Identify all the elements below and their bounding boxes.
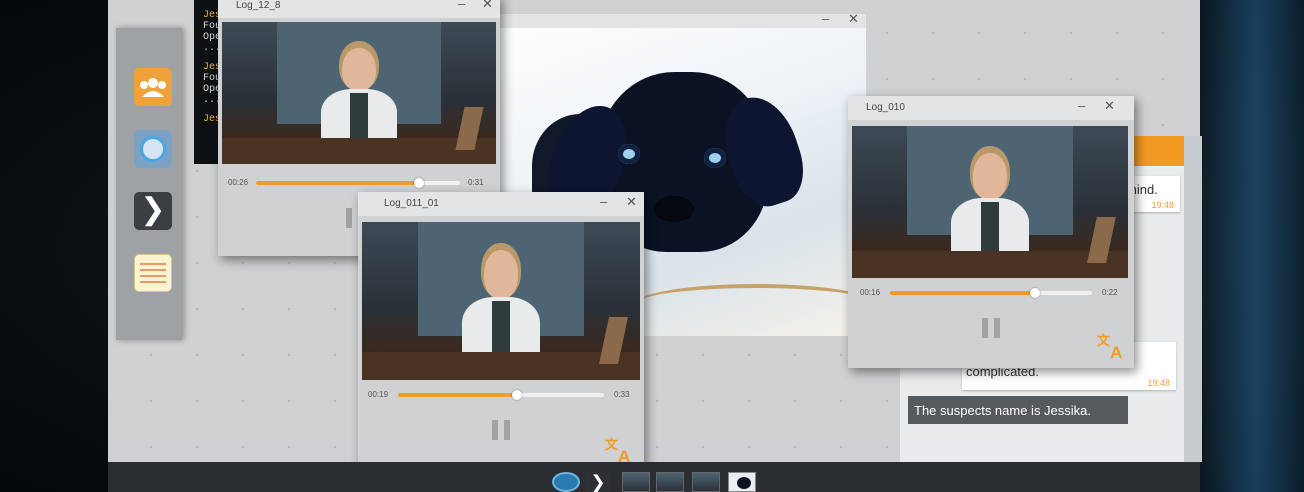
group-icon	[140, 78, 166, 97]
taskbar-video-thumb[interactable]	[622, 472, 650, 492]
minimize-icon[interactable]: –	[1078, 98, 1085, 113]
chevron-right-icon: ❯	[590, 472, 606, 492]
taskbar-video-thumb[interactable]	[692, 472, 720, 492]
group-button[interactable]	[134, 68, 172, 106]
taskbar-puppy-thumb[interactable]	[728, 472, 756, 492]
video-window-log-c[interactable]: Log_010 – ✕ 00:16 0:22 文 A	[848, 96, 1134, 368]
time-current: 00:16	[860, 288, 881, 297]
window-title: Log_12_8	[236, 0, 281, 11]
window-titlebar[interactable]: Log_011_01 – ✕	[358, 192, 644, 216]
taskbar-circle-app[interactable]	[552, 472, 580, 492]
time-current: 00:19	[368, 390, 389, 399]
window-title: Log_011_01	[384, 198, 439, 209]
chevron-right-icon: ❯	[140, 193, 166, 226]
minimize-icon[interactable]: –	[458, 0, 465, 11]
video-frame[interactable]	[852, 126, 1128, 278]
window-titlebar[interactable]: Log_010 – ✕	[848, 96, 1134, 120]
progress-fill	[890, 291, 1036, 295]
video-frame[interactable]	[222, 22, 496, 164]
progress-knob[interactable]	[1030, 288, 1041, 298]
progress-track[interactable]	[398, 390, 604, 400]
time-total: 0:22	[1102, 288, 1118, 297]
pause-button[interactable]	[982, 318, 1000, 338]
video-window-log-b[interactable]: Log_011_01 – ✕ 00:19 0:33 文 A	[358, 192, 644, 474]
svg-text:文: 文	[605, 437, 619, 452]
taskbar-next-button[interactable]: ❯	[586, 472, 610, 492]
progress-track[interactable]	[256, 178, 460, 188]
notes-button[interactable]	[134, 254, 172, 292]
circle-app-button[interactable]	[134, 130, 172, 168]
svg-text:文: 文	[1097, 333, 1111, 348]
video-frame[interactable]	[362, 222, 640, 380]
translate-icon: 文 A	[1097, 333, 1122, 362]
minimize-icon[interactable]: –	[600, 194, 607, 209]
taskbar-video-thumb[interactable]	[656, 472, 684, 492]
close-icon[interactable]: ✕	[1104, 98, 1115, 114]
chat-message-time: 19:48	[1151, 200, 1174, 210]
circle-app-icon	[140, 136, 166, 162]
window-titlebar[interactable]: – ✕	[496, 14, 866, 28]
window-title: Log_010	[866, 102, 905, 113]
next-button[interactable]: ❯	[134, 192, 172, 230]
chat-scrollbar[interactable]	[1184, 136, 1202, 462]
chat-message-dark: The suspects name is Jessika.	[908, 396, 1128, 424]
close-icon[interactable]: ✕	[626, 194, 637, 210]
close-icon[interactable]: ✕	[848, 14, 859, 27]
pause-button[interactable]	[492, 420, 510, 440]
progress-knob[interactable]	[414, 178, 425, 188]
translate-button[interactable]: 文 A	[1096, 332, 1126, 362]
taskbar	[108, 462, 1200, 492]
close-icon[interactable]: ✕	[482, 0, 493, 12]
time-total: 0:33	[614, 390, 630, 399]
svg-text:A: A	[1110, 343, 1122, 360]
time-total: 0:31	[468, 178, 484, 187]
progress-track[interactable]	[890, 288, 1092, 298]
app-sidebar: ❯	[116, 28, 182, 340]
ambient-glow	[1184, 0, 1304, 492]
time-current: 00:26	[228, 178, 249, 187]
progress-knob[interactable]	[512, 390, 523, 400]
window-titlebar[interactable]: Log_12_8 – ✕	[218, 0, 500, 18]
minimize-icon[interactable]: –	[822, 14, 829, 26]
progress-fill	[398, 393, 518, 397]
progress-fill	[256, 181, 420, 185]
chat-message-time: 19:48	[1147, 378, 1170, 388]
translate-icon: 文 A	[605, 437, 630, 466]
translate-button[interactable]: 文 A	[604, 436, 634, 466]
